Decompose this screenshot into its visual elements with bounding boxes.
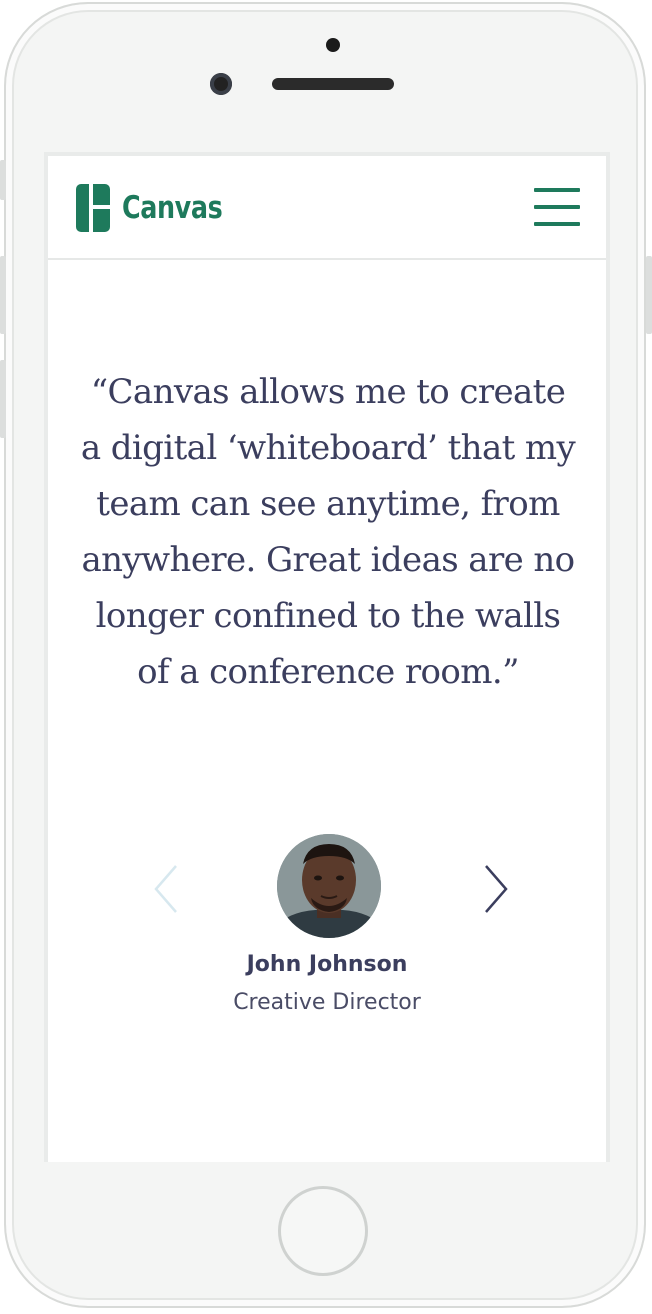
volume-down-button [0, 360, 6, 438]
volume-up-button [0, 256, 6, 334]
navbar: Canvas [48, 156, 606, 260]
screen: Canvas “Canvas allows me to create a dig… [44, 152, 610, 1162]
home-button[interactable] [278, 1186, 368, 1276]
canvas-logo-icon [76, 183, 111, 233]
brand-logo[interactable]: Canvas [76, 183, 244, 233]
front-camera [210, 73, 232, 95]
earpiece-speaker [272, 78, 394, 90]
next-testimonial-button[interactable] [474, 862, 514, 916]
hamburger-menu-icon-bar [534, 205, 580, 209]
hamburger-menu-button[interactable] [534, 186, 580, 228]
chevron-left-icon [148, 865, 188, 920]
person-role: Creative Director [233, 990, 421, 1015]
avatar [277, 834, 381, 938]
power-button [646, 256, 652, 334]
person-name: John Johnson [246, 952, 408, 977]
testimonial-quote: “Canvas allows me to create a digital ‘w… [80, 372, 576, 692]
hamburger-menu-icon-bar [534, 222, 580, 226]
brand-name: Canvas [122, 190, 223, 226]
chevron-right-icon [474, 865, 514, 920]
prev-testimonial-button[interactable] [148, 862, 188, 916]
mute-switch [0, 160, 6, 200]
hamburger-menu-icon-bar [534, 188, 580, 192]
proximity-sensor [326, 38, 340, 52]
